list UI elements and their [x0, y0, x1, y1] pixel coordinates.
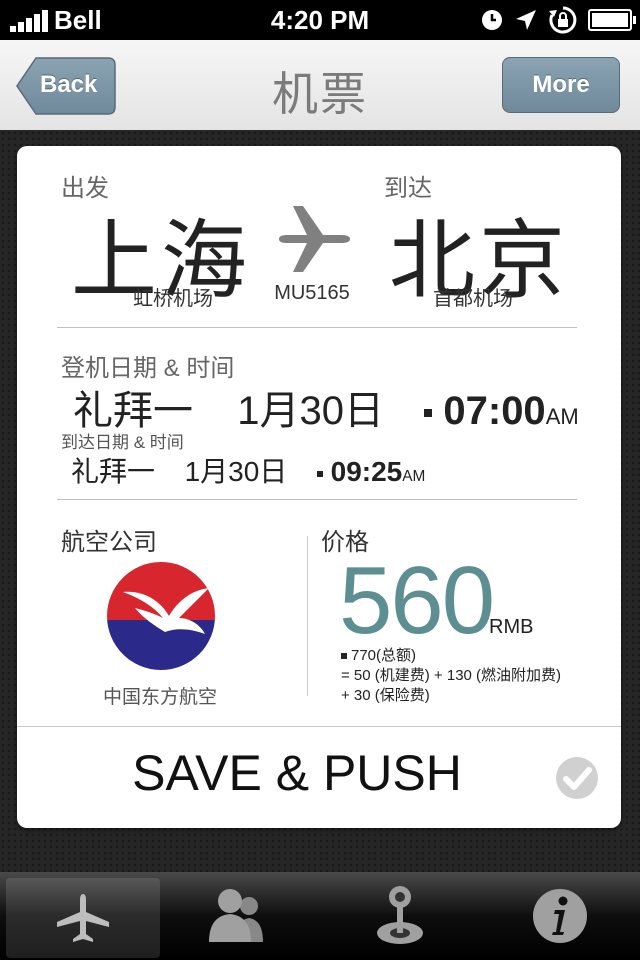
plane-icon: [279, 206, 350, 272]
arrive-airport: 首都机场: [433, 288, 513, 310]
vertical-divider: [307, 536, 308, 696]
rotation-lock-icon: [549, 6, 577, 34]
navigation-bar: Back 机票 More: [0, 40, 640, 131]
tab-navigation[interactable]: [320, 872, 480, 960]
tab-info[interactable]: [480, 872, 640, 960]
contacts-icon: [209, 889, 263, 942]
tab-flights[interactable]: [6, 878, 160, 958]
price-components: = 50 (机建费) + 130 (燃油附加费): [341, 667, 562, 684]
ticket-card: 出发 上海 虹桥机场 MU5165 到达 北京 首都机场 登机日期 & 时间 礼…: [17, 146, 621, 828]
checkmark-icon[interactable]: [555, 756, 599, 800]
price-total: 770(总额): [351, 647, 417, 664]
location-arrow-icon: [516, 10, 536, 30]
price-insurance: + 30 (保险费): [341, 687, 430, 704]
arrival-datetime: 礼拜一 1月30日 09:25AM: [71, 450, 425, 490]
china-eastern-logo: [107, 562, 215, 670]
alarm-icon: [482, 10, 502, 30]
separator-dot: [316, 470, 323, 477]
arrival-date: 1月30日: [184, 456, 288, 487]
tab-contacts[interactable]: [160, 872, 320, 960]
price-breakdown: 770(总额) = 50 (机建费) + 130 (燃油附加费) + 30 (保…: [341, 646, 561, 706]
boarding-day: 礼拜一: [73, 389, 193, 433]
separator-dot: [424, 409, 433, 418]
divider: [17, 726, 621, 727]
bullet-icon: [341, 653, 347, 660]
boarding-date: 1月30日: [237, 389, 384, 433]
plane-icon: [57, 894, 109, 942]
divider: [57, 499, 577, 500]
arrival-ampm: AM: [402, 468, 426, 485]
arrival-time: 09:25: [330, 456, 403, 487]
price-amount: 560: [339, 547, 495, 654]
depart-airport: 虹桥机场: [133, 288, 213, 310]
tab-bar: [0, 872, 640, 960]
battery-icon: [588, 9, 636, 31]
airline-label: 航空公司: [61, 529, 157, 556]
flight-number: MU5165: [274, 282, 350, 304]
arrival-day: 礼拜一: [71, 456, 156, 487]
more-button[interactable]: More: [502, 57, 620, 113]
boarding-ampm: AM: [545, 404, 579, 429]
save-push-button[interactable]: SAVE & PUSH: [17, 744, 577, 802]
boarding-time: 07:00: [443, 389, 546, 433]
divider: [57, 327, 577, 328]
status-bar: Bell 4:20 PM: [0, 0, 640, 40]
airline-name: 中国东方航空: [102, 687, 217, 708]
info-icon: [533, 889, 587, 943]
joystick-icon: [377, 886, 423, 944]
currency: RMB: [489, 616, 534, 638]
